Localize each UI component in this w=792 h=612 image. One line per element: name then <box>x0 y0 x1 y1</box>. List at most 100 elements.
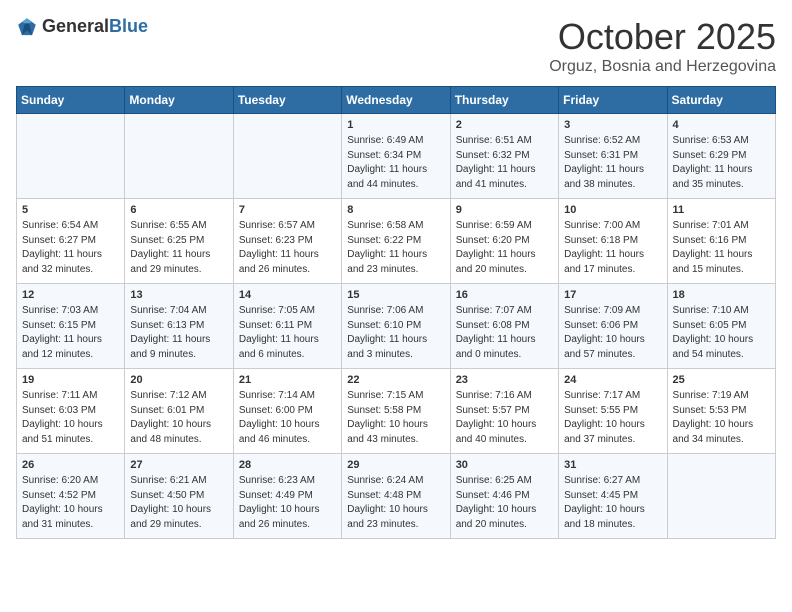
calendar-cell: 19 Sunrise: 7:11 AM Sunset: 6:03 PM Dayli… <box>17 369 125 454</box>
day-content: Sunrise: 6:25 AM Sunset: 4:46 PM Dayligh… <box>456 474 553 532</box>
day-number: 21 <box>239 374 336 386</box>
day-content: Sunrise: 6:49 AM Sunset: 6:34 PM Dayligh… <box>347 134 444 192</box>
day-number: 30 <box>456 459 553 471</box>
day-content: Sunrise: 6:23 AM Sunset: 4:49 PM Dayligh… <box>239 474 336 532</box>
title-section: October 2025 Orguz, Bosnia and Herzegovi… <box>549 16 776 76</box>
calendar-cell: 4 Sunrise: 6:53 AM Sunset: 6:29 PM Daylig… <box>667 114 775 199</box>
day-number: 12 <box>22 289 119 301</box>
col-saturday: Saturday <box>667 87 775 114</box>
calendar-cell: 14Sunrise: 7:05 AM Sunset: 6:11 PM Dayli… <box>233 284 341 369</box>
day-content: Sunrise: 6:20 AM Sunset: 4:52 PM Dayligh… <box>22 474 119 532</box>
day-content: Sunrise: 6:51 AM Sunset: 6:32 PM Dayligh… <box>456 134 553 192</box>
day-number: 14 <box>239 289 336 301</box>
day-content: Sunrise: 7:10 AM Sunset: 6:05 PM Dayligh… <box>673 304 770 362</box>
day-content: Sunrise: 7:06 AM Sunset: 6:10 PM Dayligh… <box>347 304 444 362</box>
day-number: 28 <box>239 459 336 471</box>
calendar-body: 1 Sunrise: 6:49 AM Sunset: 6:34 PM Daylig… <box>17 114 776 539</box>
day-content: Sunrise: 6:58 AM Sunset: 6:22 PM Dayligh… <box>347 219 444 277</box>
day-number: 15 <box>347 289 444 301</box>
col-sunday: Sunday <box>17 87 125 114</box>
calendar-cell: 16 Sunrise: 7:07 AM Sunset: 6:08 PM Dayli… <box>450 284 558 369</box>
day-number: 29 <box>347 459 444 471</box>
calendar-week-4: 19 Sunrise: 7:11 AM Sunset: 6:03 PM Dayli… <box>17 369 776 454</box>
calendar-week-1: 1 Sunrise: 6:49 AM Sunset: 6:34 PM Daylig… <box>17 114 776 199</box>
day-content: Sunrise: 6:59 AM Sunset: 6:20 PM Dayligh… <box>456 219 553 277</box>
day-content: Sunrise: 7:19 AM Sunset: 5:53 PM Dayligh… <box>673 389 770 447</box>
day-number: 9 <box>456 204 553 216</box>
day-number: 6 <box>130 204 227 216</box>
logo: GeneralBlue <box>16 16 148 38</box>
day-content: Sunrise: 6:54 AM Sunset: 6:27 PM Dayligh… <box>22 219 119 277</box>
day-number: 27 <box>130 459 227 471</box>
day-content: Sunrise: 6:27 AM Sunset: 4:45 PM Dayligh… <box>564 474 661 532</box>
day-number: 24 <box>564 374 661 386</box>
day-content: Sunrise: 7:07 AM Sunset: 6:08 PM Dayligh… <box>456 304 553 362</box>
calendar-cell: 31 Sunrise: 6:27 AM Sunset: 4:45 PM Dayli… <box>559 454 667 539</box>
day-number: 31 <box>564 459 661 471</box>
calendar-cell: 27Sunrise: 6:21 AM Sunset: 4:50 PM Dayli… <box>125 454 233 539</box>
day-number: 1 <box>347 119 444 131</box>
day-number: 25 <box>673 374 770 386</box>
day-number: 22 <box>347 374 444 386</box>
col-wednesday: Wednesday <box>342 87 450 114</box>
day-content: Sunrise: 7:14 AM Sunset: 6:00 PM Dayligh… <box>239 389 336 447</box>
day-number: 17 <box>564 289 661 301</box>
day-number: 3 <box>564 119 661 131</box>
calendar-cell: 2 Sunrise: 6:51 AM Sunset: 6:32 PM Daylig… <box>450 114 558 199</box>
col-monday: Monday <box>125 87 233 114</box>
day-content: Sunrise: 7:16 AM Sunset: 5:57 PM Dayligh… <box>456 389 553 447</box>
day-number: 2 <box>456 119 553 131</box>
calendar-cell <box>125 114 233 199</box>
day-content: Sunrise: 7:01 AM Sunset: 6:16 PM Dayligh… <box>673 219 770 277</box>
day-content: Sunrise: 6:52 AM Sunset: 6:31 PM Dayligh… <box>564 134 661 192</box>
logo-icon <box>16 16 38 38</box>
calendar-cell: 26 Sunrise: 6:20 AM Sunset: 4:52 PM Dayli… <box>17 454 125 539</box>
day-number: 13 <box>130 289 227 301</box>
day-number: 5 <box>22 204 119 216</box>
calendar-cell: 15 Sunrise: 7:06 AM Sunset: 6:10 PM Dayli… <box>342 284 450 369</box>
day-number: 4 <box>673 119 770 131</box>
calendar-cell: 30 Sunrise: 6:25 AM Sunset: 4:46 PM Dayli… <box>450 454 558 539</box>
header-row: Sunday Monday Tuesday Wednesday Thursday… <box>17 87 776 114</box>
calendar-cell: 12 Sunrise: 7:03 AM Sunset: 6:15 PM Dayli… <box>17 284 125 369</box>
calendar-cell: 23 Sunrise: 7:16 AM Sunset: 5:57 PM Dayli… <box>450 369 558 454</box>
calendar-cell: 9 Sunrise: 6:59 AM Sunset: 6:20 PM Daylig… <box>450 199 558 284</box>
calendar-cell: 3 Sunrise: 6:52 AM Sunset: 6:31 PM Daylig… <box>559 114 667 199</box>
day-number: 10 <box>564 204 661 216</box>
calendar-cell <box>667 454 775 539</box>
day-content: Sunrise: 6:53 AM Sunset: 6:29 PM Dayligh… <box>673 134 770 192</box>
day-content: Sunrise: 6:57 AM Sunset: 6:23 PM Dayligh… <box>239 219 336 277</box>
day-content: Sunrise: 7:15 AM Sunset: 5:58 PM Dayligh… <box>347 389 444 447</box>
logo-general: GeneralBlue <box>42 17 148 37</box>
day-number: 19 <box>22 374 119 386</box>
day-number: 18 <box>673 289 770 301</box>
calendar-cell: 24Sunrise: 7:17 AM Sunset: 5:55 PM Dayli… <box>559 369 667 454</box>
day-content: Sunrise: 7:00 AM Sunset: 6:18 PM Dayligh… <box>564 219 661 277</box>
day-number: 20 <box>130 374 227 386</box>
calendar-cell: 17 Sunrise: 7:09 AM Sunset: 6:06 PM Dayli… <box>559 284 667 369</box>
calendar-header: Sunday Monday Tuesday Wednesday Thursday… <box>17 87 776 114</box>
calendar-cell: 13 Sunrise: 7:04 AM Sunset: 6:13 PM Dayli… <box>125 284 233 369</box>
day-content: Sunrise: 7:04 AM Sunset: 6:13 PM Dayligh… <box>130 304 227 362</box>
col-friday: Friday <box>559 87 667 114</box>
calendar-cell <box>17 114 125 199</box>
calendar-cell: 21 Sunrise: 7:14 AM Sunset: 6:00 PM Dayli… <box>233 369 341 454</box>
calendar-cell <box>233 114 341 199</box>
day-content: Sunrise: 6:24 AM Sunset: 4:48 PM Dayligh… <box>347 474 444 532</box>
day-number: 8 <box>347 204 444 216</box>
month-title: October 2025 <box>549 16 776 58</box>
col-tuesday: Tuesday <box>233 87 341 114</box>
day-content: Sunrise: 7:03 AM Sunset: 6:15 PM Dayligh… <box>22 304 119 362</box>
calendar-cell: 7Sunrise: 6:57 AM Sunset: 6:23 PM Daylig… <box>233 199 341 284</box>
calendar-cell: 8 Sunrise: 6:58 AM Sunset: 6:22 PM Daylig… <box>342 199 450 284</box>
calendar-cell: 1 Sunrise: 6:49 AM Sunset: 6:34 PM Daylig… <box>342 114 450 199</box>
col-thursday: Thursday <box>450 87 558 114</box>
day-content: Sunrise: 7:11 AM Sunset: 6:03 PM Dayligh… <box>22 389 119 447</box>
day-number: 11 <box>673 204 770 216</box>
day-content: Sunrise: 7:09 AM Sunset: 6:06 PM Dayligh… <box>564 304 661 362</box>
day-number: 23 <box>456 374 553 386</box>
day-number: 16 <box>456 289 553 301</box>
page-header: GeneralBlue October 2025 Orguz, Bosnia a… <box>16 16 776 76</box>
day-number: 26 <box>22 459 119 471</box>
calendar-cell: 25 Sunrise: 7:19 AM Sunset: 5:53 PM Dayli… <box>667 369 775 454</box>
